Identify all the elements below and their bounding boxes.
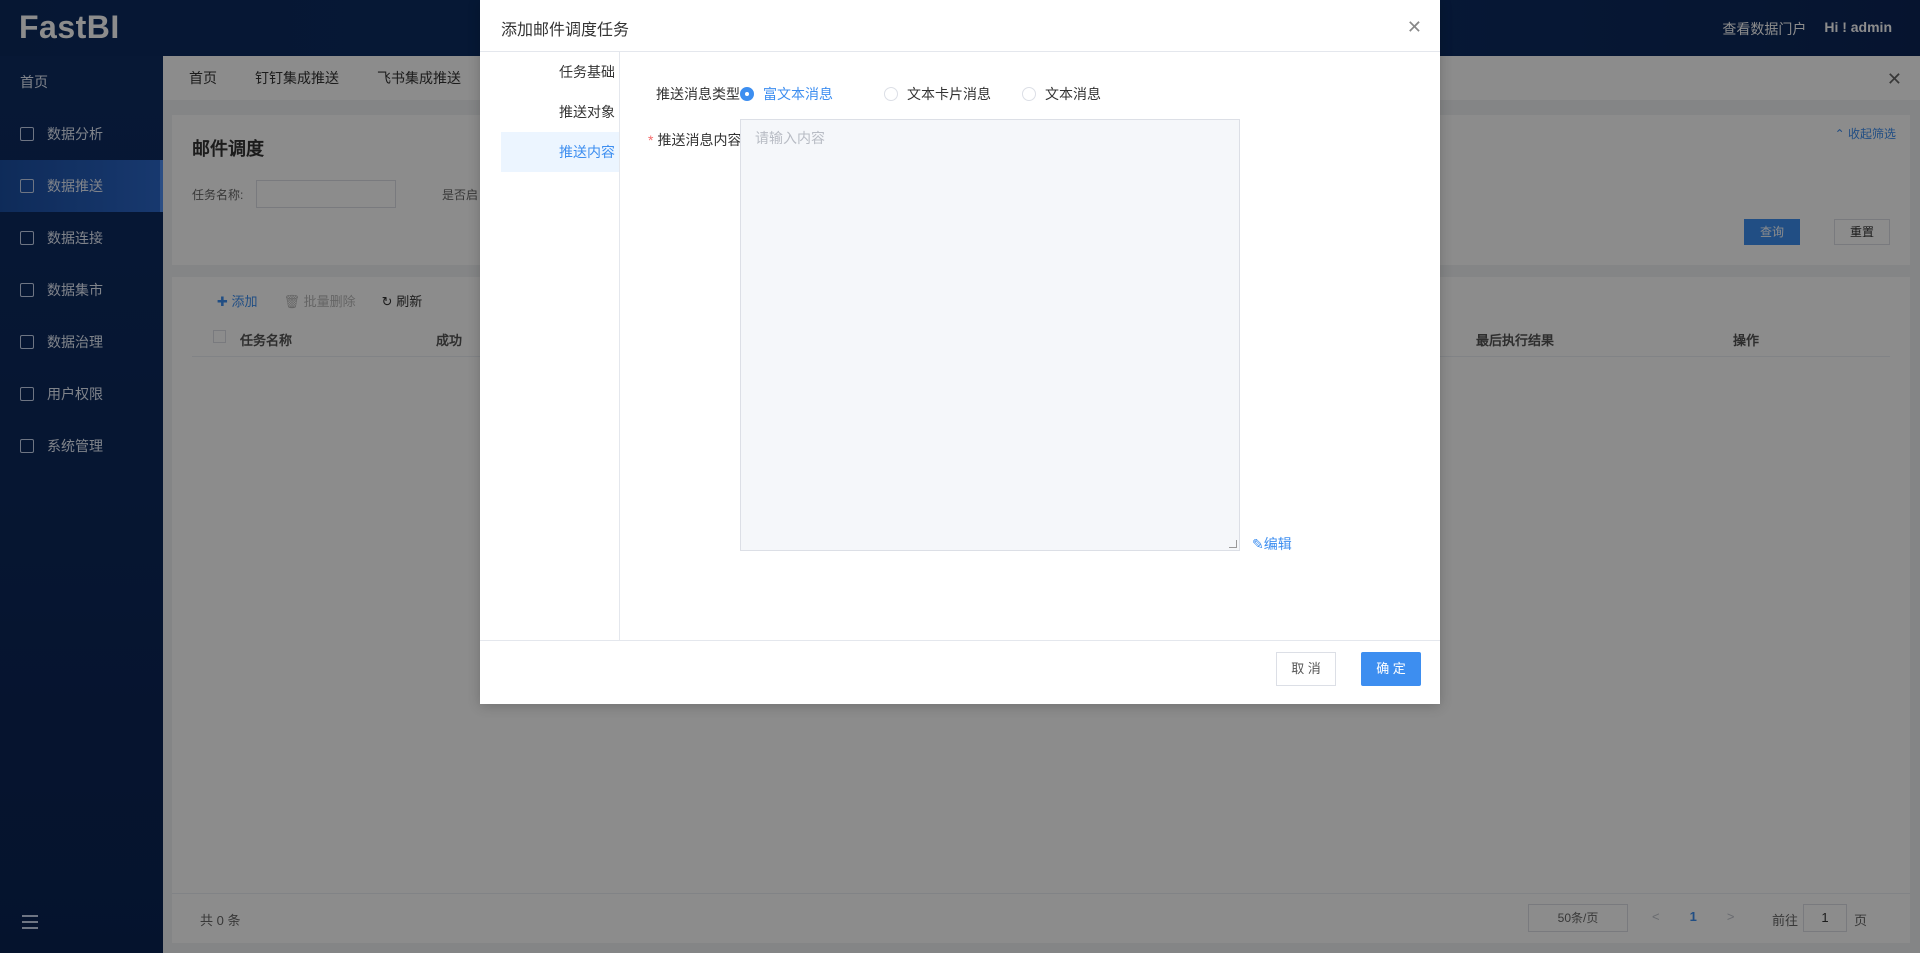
content-placeholder: 请输入内容	[755, 130, 825, 146]
edit-link[interactable]: ✎编辑	[1252, 534, 1292, 554]
radio-rich-text[interactable]: 富文本消息	[740, 84, 833, 104]
close-icon[interactable]: ✕	[1407, 18, 1422, 36]
resize-handle-icon[interactable]	[1229, 540, 1237, 548]
radio-dot	[1022, 87, 1036, 101]
step-basic[interactable]: 任务基础	[501, 52, 619, 92]
radio-text[interactable]: 文本消息	[1022, 84, 1101, 104]
pencil-icon: ✎	[1252, 536, 1264, 552]
message-type-label: 推送消息类型	[656, 86, 740, 102]
radio-dot	[884, 87, 898, 101]
message-content-textarea[interactable]: 请输入内容	[740, 119, 1240, 551]
radio-dot	[740, 87, 754, 101]
dialog-footer: 取 消 确 定	[480, 640, 1440, 704]
message-content-label: * 推送消息内容	[648, 132, 742, 148]
dialog-title: 添加邮件调度任务	[501, 22, 630, 39]
dialog-header: 添加邮件调度任务 ✕	[480, 0, 1440, 52]
add-mail-task-dialog: 添加邮件调度任务 ✕ 任务基础 推送对象 推送内容 推送消息类型 富文本消息 文…	[480, 0, 1440, 704]
dialog-body: 推送消息类型 富文本消息 文本卡片消息 文本消息 * 推送消息内容 请输入内容 ✎…	[620, 52, 1440, 640]
dialog-step-nav: 任务基础 推送对象 推送内容	[501, 52, 620, 640]
radio-text-card[interactable]: 文本卡片消息	[884, 84, 991, 104]
cancel-button[interactable]: 取 消	[1276, 652, 1336, 686]
step-target[interactable]: 推送对象	[501, 92, 619, 132]
confirm-button[interactable]: 确 定	[1361, 652, 1421, 686]
step-content[interactable]: 推送内容	[501, 132, 619, 172]
